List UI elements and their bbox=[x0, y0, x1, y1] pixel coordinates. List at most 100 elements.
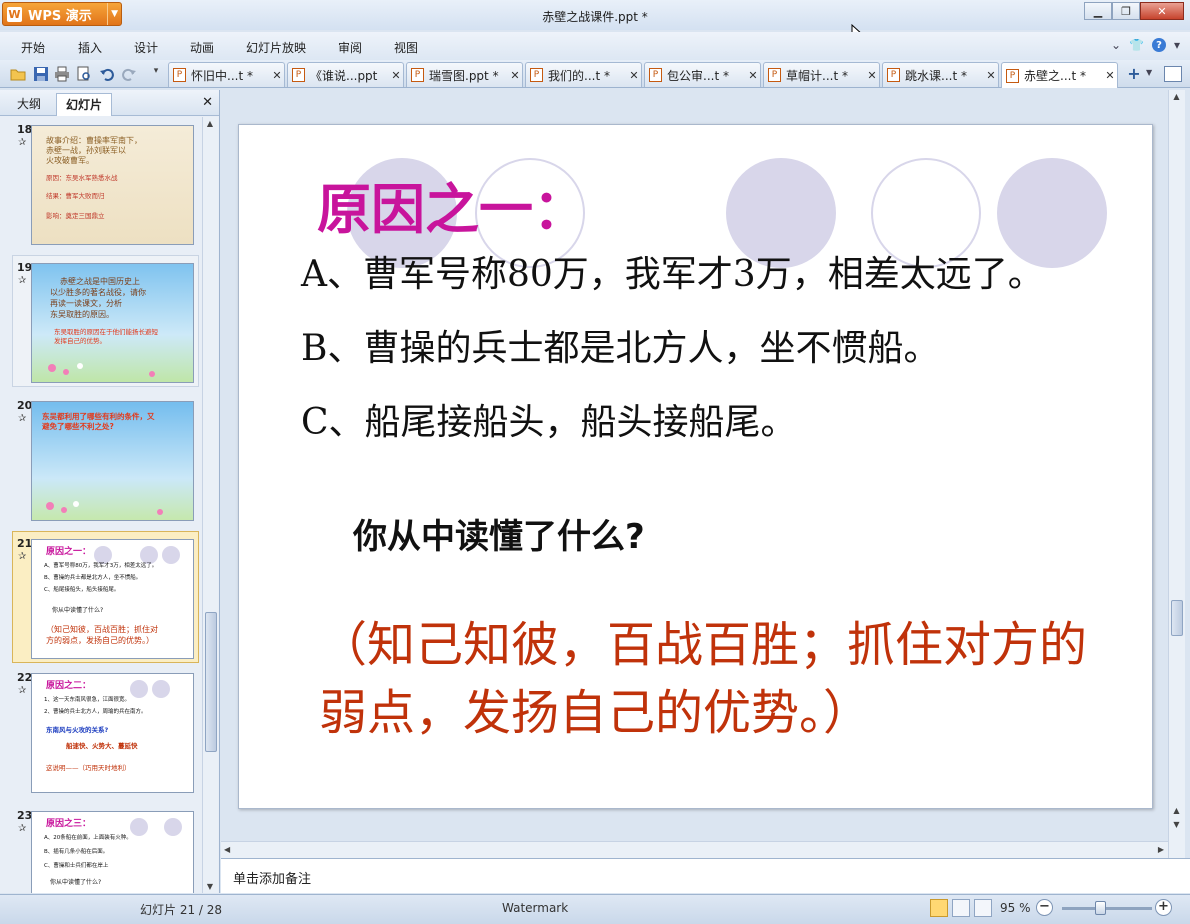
tab-list-icon[interactable] bbox=[1164, 66, 1182, 82]
zoom-slider-handle[interactable] bbox=[1095, 901, 1106, 915]
close-tab-icon[interactable]: ✕ bbox=[984, 69, 998, 82]
notes-pane[interactable]: 单击添加备注 bbox=[221, 858, 1190, 893]
maximize-button[interactable]: ❐ bbox=[1112, 2, 1140, 20]
thumb-text: 船速快、火势大、蔓延快 bbox=[66, 742, 138, 750]
close-tab-icon[interactable]: ✕ bbox=[270, 69, 284, 82]
redo-icon[interactable] bbox=[121, 66, 137, 82]
tab-slides[interactable]: 幻灯片 bbox=[56, 93, 113, 116]
slide-answer[interactable]: （知己知彼，百战百胜；抓住对方的弱点，发扬自己的优势。） bbox=[319, 611, 1119, 747]
scroll-down-icon[interactable]: ▼ bbox=[203, 882, 217, 891]
current-slide[interactable]: 原因之一： A、曹军号称80万，我军才3万，相差太远了。 B、曹操的兵士都是北方… bbox=[238, 124, 1153, 809]
slide-thumbnail-20[interactable]: 东吴都利用了哪些有利的条件，又 避免了哪些不利之处? bbox=[31, 401, 194, 521]
slideshow-icon[interactable] bbox=[974, 899, 992, 917]
thumb-text: 这说明——（巧用天时地利） bbox=[46, 764, 131, 772]
save-icon[interactable] bbox=[33, 66, 49, 82]
menu-home[interactable]: 开始 bbox=[21, 39, 45, 56]
close-button[interactable]: ✕ bbox=[1140, 2, 1184, 20]
thumb-text: C、曹操和士兵们都在岸上 bbox=[44, 863, 109, 869]
slide-thumbnail-23[interactable]: 原因之三： A、20条船在前面，上面装有火种。 B、插有几条小船在后面。 C、曹… bbox=[31, 811, 194, 893]
slide-line-b[interactable]: B、曹操的兵士都是北方人，坐不惯船。 bbox=[301, 319, 939, 371]
close-tab-icon[interactable]: ✕ bbox=[389, 69, 403, 82]
close-panel-icon[interactable]: ✕ bbox=[202, 95, 213, 110]
thumb-text: （知己知彼，百战百胜；抓住对 bbox=[46, 625, 158, 634]
status-bar: 幻灯片 21 / 28 Watermark 95 % − + bbox=[0, 894, 1190, 924]
menu-slideshow[interactable]: 幻灯片放映 bbox=[246, 39, 306, 56]
thumb-text: 发挥自己的优势。 bbox=[54, 337, 106, 345]
doc-tab[interactable]: P 我们的...t * ✕ bbox=[525, 62, 642, 87]
close-tab-icon[interactable]: ✕ bbox=[627, 69, 641, 82]
scroll-up-icon[interactable]: ▲ bbox=[1169, 92, 1184, 101]
menu-bar: 开始 插入 设计 动画 幻灯片放映 审阅 视图 ⌄ 👕 ? ▾ bbox=[0, 32, 1190, 60]
editor-vertical-scrollbar[interactable]: ▲ ▲ ▼ bbox=[1168, 90, 1185, 858]
chevron-down-icon[interactable]: ⌄ bbox=[1111, 38, 1121, 52]
undo-icon[interactable] bbox=[99, 66, 115, 82]
doc-tab[interactable]: P 草帽计...t * ✕ bbox=[763, 62, 880, 87]
scrollbar-thumb[interactable] bbox=[205, 612, 217, 752]
menu-insert[interactable]: 插入 bbox=[78, 39, 102, 56]
ppt-file-icon: P bbox=[411, 68, 424, 82]
scrollbar-thumb[interactable] bbox=[1171, 600, 1183, 636]
doc-tab-label: 我们的...t * bbox=[548, 68, 610, 83]
thumbnail-scrollbar[interactable]: ▲ ▼ bbox=[202, 117, 218, 893]
scroll-left-icon[interactable]: ◀ bbox=[224, 845, 230, 854]
slide-thumbnail-18[interactable]: 故事介绍：曹操率军南下， 赤壁一战，孙刘联军以 火攻破曹军。 原因：东吴水军熟悉… bbox=[31, 125, 194, 245]
print-preview-icon[interactable] bbox=[76, 66, 92, 82]
scroll-right-icon[interactable]: ▶ bbox=[1158, 845, 1164, 854]
menu-right-tools: ⌄ 👕 ? ▾ bbox=[1111, 38, 1180, 52]
animation-star-icon: ✰ bbox=[18, 137, 27, 148]
doc-tab[interactable]: P 《谁说...ppt ✕ bbox=[287, 62, 404, 87]
title-bar: W WPS 演示 ▼ 赤壁之战课件.ppt * ▁ ❐ ✕ bbox=[0, 0, 1190, 44]
menu-design[interactable]: 设计 bbox=[134, 39, 158, 56]
slide-editor: 原因之一： A、曹军号称80万，我军才3万，相差太远了。 B、曹操的兵士都是北方… bbox=[221, 90, 1190, 858]
slide-title[interactable]: 原因之一： bbox=[317, 165, 587, 244]
scroll-up-icon[interactable]: ▲ bbox=[203, 119, 217, 128]
thumb-text: 赤壁之战是中国历史上 bbox=[60, 277, 140, 286]
thumb-text: 原因之三： bbox=[46, 819, 92, 829]
chevron-down-icon[interactable]: ▼ bbox=[1146, 68, 1152, 77]
slide-thumbnail-21[interactable]: 原因之一： A、曹军号称80万，我军才3万，相差太远了。 B、曹操的兵士都是北方… bbox=[31, 539, 194, 659]
doc-tab[interactable]: P 包公审...t * ✕ bbox=[644, 62, 761, 87]
notes-placeholder: 单击添加备注 bbox=[233, 872, 312, 887]
doc-tab[interactable]: P 瑞雪图.ppt * ✕ bbox=[406, 62, 523, 87]
normal-view-icon[interactable] bbox=[930, 899, 948, 917]
tab-outline[interactable]: 大纲 bbox=[8, 93, 50, 116]
close-tab-icon[interactable]: ✕ bbox=[1103, 69, 1117, 82]
slide-question[interactable]: 你从中读懂了什么? bbox=[353, 509, 645, 558]
scroll-up-icon[interactable]: ▲ bbox=[1169, 806, 1184, 815]
zoom-slider-track[interactable] bbox=[1062, 907, 1152, 910]
menu-animation[interactable]: 动画 bbox=[190, 39, 214, 56]
menu-view[interactable]: 视图 bbox=[394, 39, 418, 56]
customize-toolbar-icon[interactable]: ▾ bbox=[148, 66, 164, 82]
circle-decoration bbox=[130, 680, 148, 698]
slide-sorter-icon[interactable] bbox=[952, 899, 970, 917]
skin-icon[interactable]: 👕 bbox=[1129, 38, 1144, 52]
slide-line-c[interactable]: C、船尾接船头，船头接船尾。 bbox=[301, 393, 797, 445]
open-folder-icon[interactable] bbox=[10, 66, 26, 82]
zoom-out-button[interactable]: − bbox=[1036, 899, 1053, 916]
doc-tab-active[interactable]: P 赤壁之...t * ✕ bbox=[1001, 62, 1118, 88]
new-tab-button[interactable]: + bbox=[1124, 64, 1144, 84]
slide-line-a[interactable]: A、曹军号称80万，我军才3万，相差太远了。 bbox=[301, 245, 1044, 297]
close-tab-icon[interactable]: ✕ bbox=[865, 69, 879, 82]
circle-decoration bbox=[164, 818, 182, 836]
close-tab-icon[interactable]: ✕ bbox=[746, 69, 760, 82]
zoom-in-button[interactable]: + bbox=[1155, 899, 1172, 916]
slide-thumbnail-22[interactable]: 原因之二： 1、这一天东南风很急，江面很宽。 2、曹操的兵士北方人，周瑜的兵在南… bbox=[31, 673, 194, 793]
minimize-button[interactable]: ▁ bbox=[1084, 2, 1112, 20]
print-icon[interactable] bbox=[54, 66, 70, 82]
help-icon[interactable]: ? bbox=[1151, 38, 1166, 52]
slide-thumbnail-19[interactable]: 赤壁之战是中国历史上 以少胜多的著名战役，请你 再读一读课文，分析 东吴取胜的原… bbox=[31, 263, 194, 383]
scroll-down-icon[interactable]: ▼ bbox=[1169, 820, 1184, 829]
thumb-text: C、船尾接船头，船头接船尾。 bbox=[44, 587, 120, 593]
thumb-text: 故事介绍：曹操率军南下， bbox=[46, 136, 142, 145]
doc-tab[interactable]: P 怀旧中...t * ✕ bbox=[168, 62, 285, 87]
chevron-down-icon[interactable]: ▾ bbox=[1174, 38, 1180, 52]
menu-review[interactable]: 审阅 bbox=[338, 39, 362, 56]
thumb-text: 方的弱点，发扬自己的优势。） bbox=[46, 636, 154, 645]
close-tab-icon[interactable]: ✕ bbox=[508, 69, 522, 82]
ppt-file-icon: P bbox=[887, 68, 900, 82]
editor-horizontal-scrollbar[interactable]: ◀ ▶ bbox=[221, 841, 1168, 858]
thumb-text: B、插有几条小船在后面。 bbox=[44, 849, 109, 855]
animation-star-icon: ✰ bbox=[18, 275, 27, 286]
doc-tab[interactable]: P 跳水课...t * ✕ bbox=[882, 62, 999, 87]
